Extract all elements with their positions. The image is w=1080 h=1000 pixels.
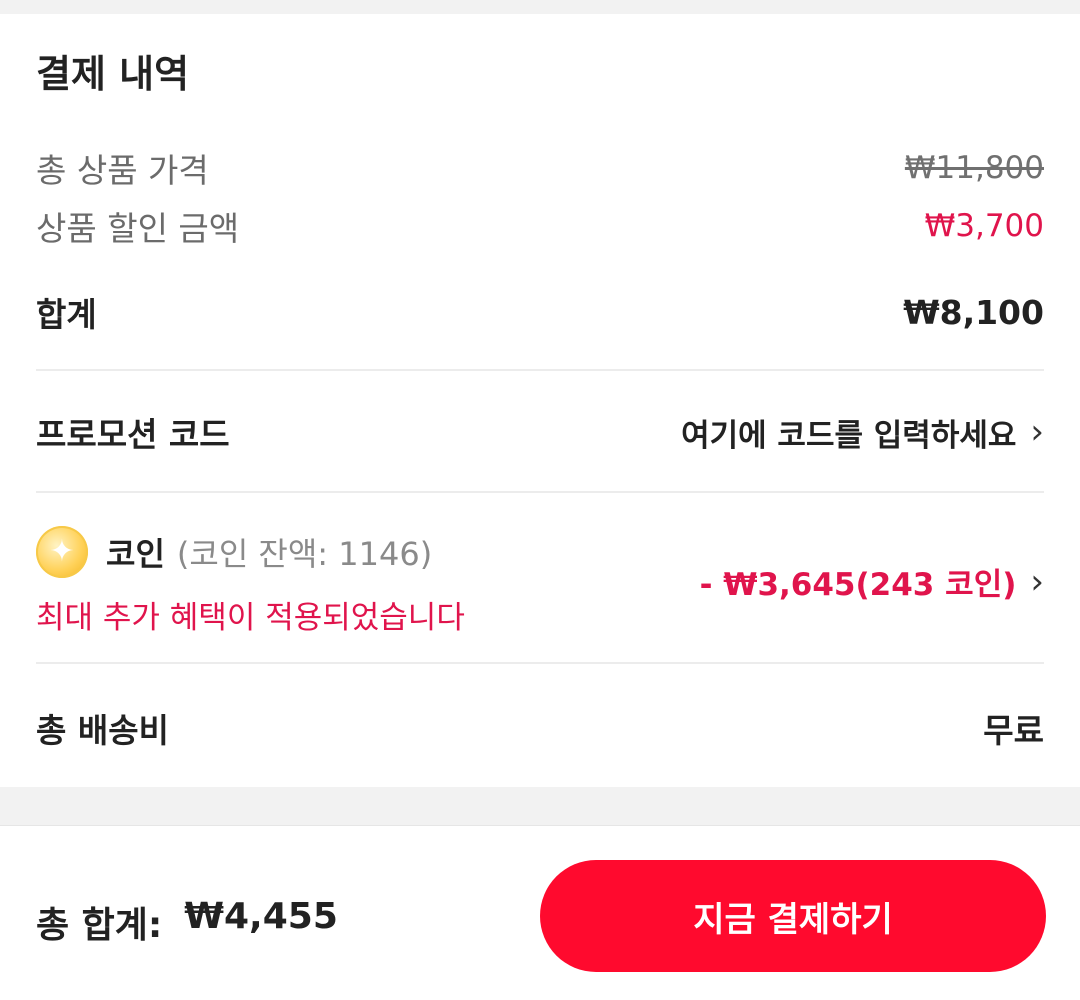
promo-code-input-link[interactable]: 여기에 코드를 입력하세요 › [681, 410, 1044, 455]
shipping-label: 총 배송비 [36, 711, 169, 750]
shipping-row: 총 배송비 무료 [36, 704, 1044, 752]
shipping-value: 무료 [983, 711, 1044, 750]
coin-header: ✦ 코인 (코인 잔액: 1146) [36, 526, 465, 578]
total-price-label: 총 상품 가격 [36, 151, 209, 190]
discount-row: 상품 할인 금액 ₩3,700 [36, 202, 1044, 250]
pay-now-button[interactable]: 지금 결제하기 [540, 860, 1046, 972]
coin-label: 코인 [106, 535, 165, 573]
divider [36, 369, 1044, 371]
promo-code-row[interactable]: 프로모션 코드 여기에 코드를 입력하세요 › [36, 408, 1044, 456]
promo-code-placeholder: 여기에 코드를 입력하세요 [681, 417, 1017, 454]
discount-value: ₩3,700 [924, 208, 1044, 244]
grand-total-label: 총 합계: [36, 905, 163, 946]
subtotal-value: ₩8,100 [903, 292, 1044, 332]
coin-info: ✦ 코인 (코인 잔액: 1146) 최대 추가 혜택이 적용되었습니다 [36, 526, 465, 637]
coin-discount-link[interactable]: - ₩3,645(243 코인) › [700, 559, 1044, 604]
coin-row[interactable]: ✦ 코인 (코인 잔액: 1146) 최대 추가 혜택이 적용되었습니다 - ₩3… [36, 526, 1044, 637]
coin-benefit-note: 최대 추가 혜택이 적용되었습니다 [36, 600, 465, 636]
checkout-footer: 총 합계: ₩4,455 지금 결제하기 [0, 825, 1080, 1000]
total-price-value: ₩11,800 [904, 150, 1044, 186]
coin-title: 코인 (코인 잔액: 1146) [106, 529, 432, 575]
total-price-row: 총 상품 가격 ₩11,800 [36, 144, 1044, 192]
coin-icon: ✦ [36, 526, 88, 578]
subtotal-label: 합계 [36, 295, 97, 334]
coin-balance: (코인 잔액: 1146) [176, 535, 433, 573]
grand-total: 총 합계: ₩4,455 [36, 896, 338, 948]
divider [36, 662, 1044, 664]
subtotal-row: 합계 ₩8,100 [36, 288, 1044, 336]
promo-code-label: 프로모션 코드 [36, 415, 230, 454]
discount-label: 상품 할인 금액 [36, 209, 240, 248]
payment-summary-card: 결제 내역 총 상품 가격 ₩11,800 상품 할인 금액 ₩3,700 합계… [0, 14, 1080, 787]
chevron-right-icon: › [1030, 412, 1044, 452]
grand-total-value: ₩4,455 [184, 896, 338, 937]
coin-discount-value: - ₩3,645(243 코인) [699, 567, 1017, 603]
chevron-right-icon: › [1030, 561, 1044, 602]
divider [36, 491, 1044, 493]
payment-details-title: 결제 내역 [36, 52, 190, 96]
